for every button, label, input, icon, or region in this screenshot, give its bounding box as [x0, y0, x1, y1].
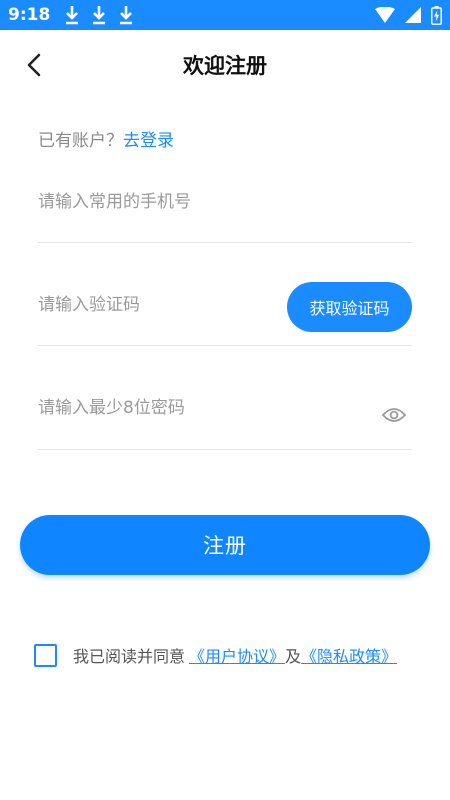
status-time: 9:18: [8, 5, 51, 25]
login-link[interactable]: 去登录: [123, 131, 174, 151]
download-icon: [120, 6, 133, 25]
eye-icon[interactable]: [382, 406, 406, 424]
wifi-icon: [375, 7, 395, 23]
download-icon: [93, 6, 106, 25]
phone-input[interactable]: [38, 192, 278, 212]
privacy-policy-link[interactable]: 《隐私政策》: [301, 643, 397, 667]
code-input[interactable]: [38, 295, 278, 315]
register-button[interactable]: 注册: [20, 515, 430, 575]
page-title: 欢迎注册: [183, 54, 267, 78]
status-bar: 9:18: [0, 0, 450, 30]
login-hint-text: 已有账户？: [38, 131, 123, 151]
download-icon: [66, 6, 79, 25]
battery-icon: [431, 5, 442, 25]
phone-field: [38, 185, 412, 243]
agreement-row: 我已阅读并同意 《用户协议》 及 《隐私政策》: [34, 643, 397, 667]
login-hint: 已有账户？去登录: [38, 126, 174, 151]
agreement-prefix: 我已阅读并同意: [73, 647, 186, 666]
signal-icon: [405, 7, 421, 23]
agreement-checkbox[interactable]: [34, 643, 57, 667]
get-code-button[interactable]: 获取验证码: [287, 282, 412, 332]
password-input[interactable]: [38, 398, 278, 418]
user-agreement-link[interactable]: 《用户协议》: [189, 643, 285, 667]
header: 欢迎注册: [0, 30, 450, 100]
agreement-and: 及: [285, 647, 302, 666]
code-field: 获取验证码: [38, 282, 412, 346]
password-field: [38, 392, 412, 450]
